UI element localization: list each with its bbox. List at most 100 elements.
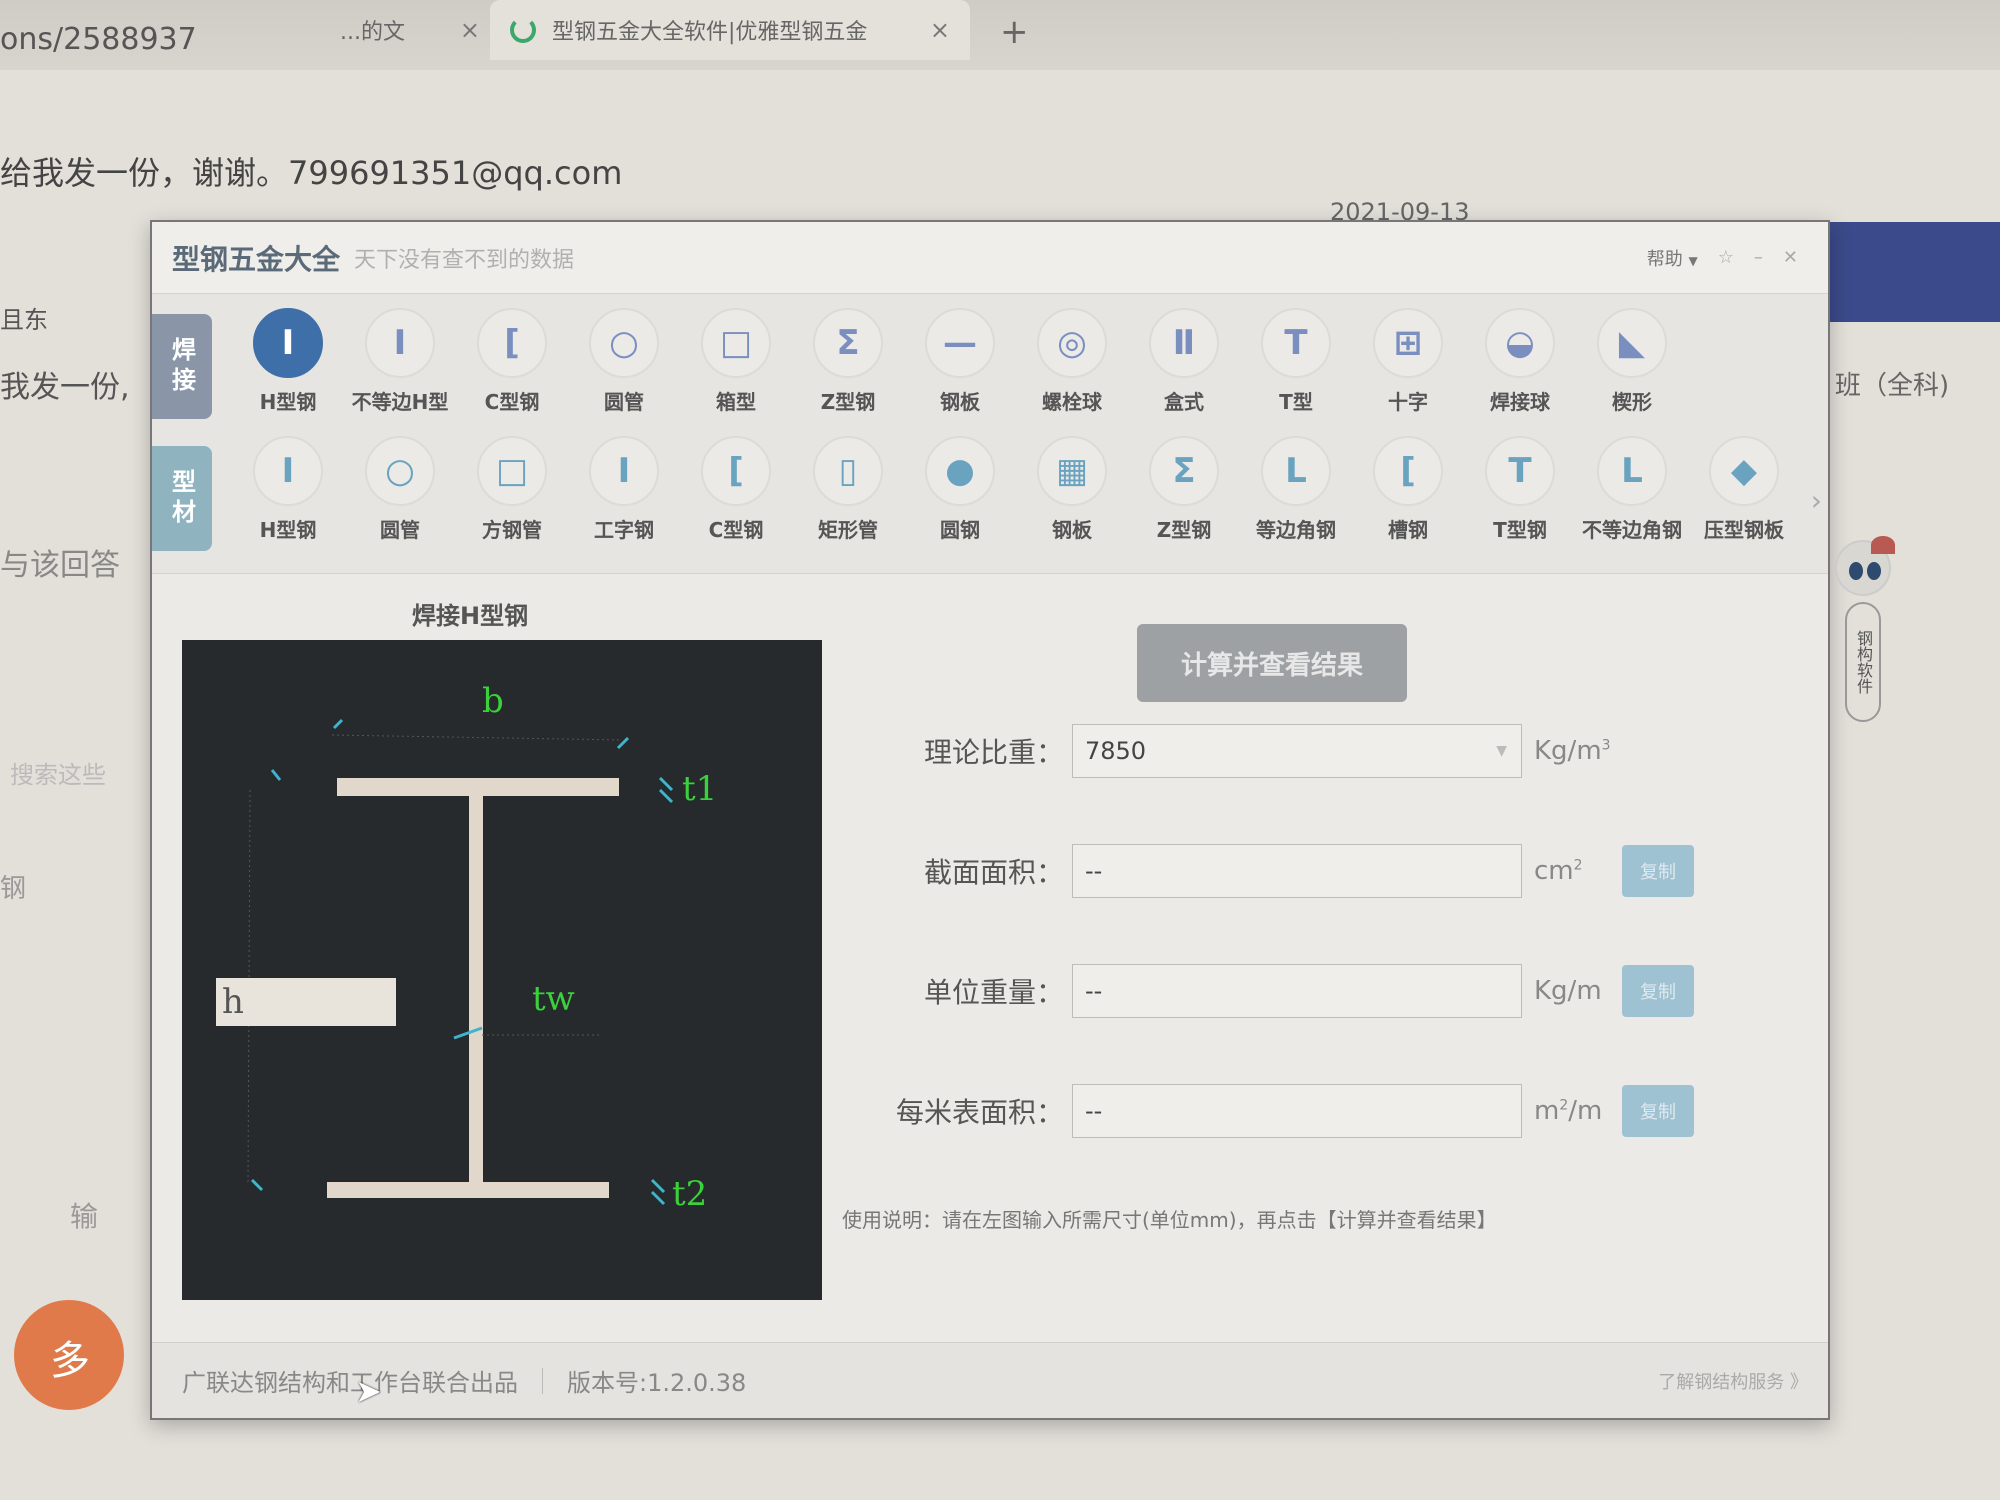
chevron-down-icon: ▼	[1496, 743, 1507, 759]
chevron-right-icon[interactable]: ›	[1811, 484, 1822, 517]
publisher-text: 广联达钢结构和工作台联合出品	[182, 1369, 518, 1397]
shape-button[interactable]: I 不等边H型	[344, 308, 456, 415]
shape-button[interactable]: ● 圆钢	[904, 436, 1016, 543]
round-bar-icon: ●	[925, 436, 995, 506]
copy-area-button[interactable]: 复制	[1622, 845, 1694, 897]
help-label: 帮助	[1646, 248, 1683, 270]
shape-label: T型钢	[1493, 518, 1547, 542]
shape-label: 槽钢	[1388, 518, 1428, 542]
pin-icon[interactable]: ☆	[1718, 247, 1734, 268]
surface-area-field[interactable]: --	[1072, 1084, 1522, 1138]
shape-button[interactable]: ◒ 焊接球	[1464, 308, 1576, 415]
h-beam-icon: I	[253, 308, 323, 378]
shape-label: 等边角钢	[1256, 518, 1336, 542]
channel-icon: [	[1373, 436, 1443, 506]
shape-button[interactable]: □ 方钢管	[456, 436, 568, 543]
round-tube-icon: ○	[589, 308, 659, 378]
divider	[542, 1367, 543, 1394]
shape-button[interactable]: L 不等边角钢	[1576, 436, 1688, 543]
box-section-icon: □	[701, 308, 771, 378]
close-icon[interactable]: ×	[930, 16, 950, 44]
shape-button[interactable]: Ⅱ 盒式	[1128, 308, 1240, 415]
unit-weight-label: 单位重量：	[923, 976, 1064, 1009]
welded-ball-icon: ◒	[1485, 308, 1555, 378]
url-fragment[interactable]: ons/2588937	[0, 22, 197, 57]
dimension-tick	[650, 1178, 666, 1194]
shape-button[interactable]: Ʃ Z型钢	[792, 308, 904, 415]
shape-button[interactable]: [ 槽钢	[1352, 436, 1464, 543]
browser-tab-active[interactable]: 型钢五金大全软件|优雅型钢五金 ×	[490, 0, 970, 60]
status-bar: 广联达钢结构和工作台联合出品 版本号:1.2.0.38 了解钢结构服务 》	[152, 1342, 1828, 1418]
shape-button[interactable]: Ʃ Z型钢	[1128, 436, 1240, 543]
t-section-icon: T	[1261, 308, 1331, 378]
density-value: 7850	[1085, 737, 1147, 765]
shape-label: 圆钢	[940, 518, 980, 542]
unequal-angle-icon: L	[1597, 436, 1667, 506]
new-tab-icon[interactable]: +	[1000, 12, 1029, 52]
bolt-ball-icon: ◎	[1037, 308, 1107, 378]
shape-button[interactable]: I H型钢	[232, 308, 344, 415]
mascot-widget[interactable]: 钢构软件	[1835, 536, 1895, 740]
shape-label: 箱型	[716, 390, 756, 414]
shape-button[interactable]: T T型	[1240, 308, 1352, 415]
top-flange	[337, 778, 619, 796]
surface-area-row: 每米表面积： -- m2/m 复制	[882, 1084, 1694, 1138]
shape-button[interactable]: ▯ 矩形管	[792, 436, 904, 543]
section-area-row: 截面面积： -- cm2 复制	[882, 844, 1694, 898]
category-tab-profile[interactable]: 型材	[152, 446, 212, 551]
unit-weight-field[interactable]: --	[1072, 964, 1522, 1018]
shape-button[interactable]: ▦ 钢板	[1016, 436, 1128, 543]
mascot-eye	[1849, 562, 1863, 580]
badge-text: 多	[50, 1338, 90, 1384]
shape-button[interactable]: ◣ 楔形	[1576, 308, 1688, 415]
label-t2: t2	[672, 1174, 707, 1214]
background-text: 与该回答	[0, 548, 120, 583]
shape-label: 不等边H型	[351, 390, 449, 414]
round-tube-icon: ○	[365, 436, 435, 506]
browser-tab-previous[interactable]: ...的文 ×	[320, 0, 500, 60]
density-select[interactable]: 7850 ▼	[1072, 724, 1522, 778]
shape-button[interactable]: T T型钢	[1464, 436, 1576, 543]
minimize-icon[interactable]: –	[1754, 247, 1763, 268]
mascot-icon	[1835, 536, 1895, 596]
learn-more-link[interactable]: 了解钢结构服务 》	[1658, 1368, 1808, 1394]
unit-tail: /m	[1568, 1096, 1603, 1126]
shape-button[interactable]: I 工字钢	[568, 436, 680, 543]
close-icon[interactable]: ×	[460, 16, 480, 44]
density-unit: Kg/m3	[1522, 736, 1622, 766]
dimension-tick	[270, 769, 282, 781]
shape-button[interactable]: — 钢板	[904, 308, 1016, 415]
dimension-line-b	[331, 734, 623, 741]
shape-button[interactable]: □ 箱型	[680, 308, 792, 415]
unit-weight-unit: Kg/m	[1534, 976, 1602, 1006]
shape-button[interactable]: [C型钢	[680, 436, 792, 543]
close-icon[interactable]: ✕	[1783, 247, 1798, 268]
copy-weight-button[interactable]: 复制	[1622, 965, 1694, 1017]
shape-button[interactable]: ◆ 压型钢板	[1688, 436, 1800, 543]
app-header: 型钢五金大全 天下没有查不到的数据 帮助 ▼ ☆ – ✕	[152, 222, 1828, 294]
shape-button[interactable]: ○ 圆管	[344, 436, 456, 543]
mascot-label: 钢构软件	[1845, 602, 1881, 722]
tab-label: 型钢五金大全软件|优雅型钢五金	[552, 20, 868, 45]
shape-button[interactable]: ⊞ 十字	[1352, 308, 1464, 415]
shape-button[interactable]: L 等边角钢	[1240, 436, 1352, 543]
h-dimension-input[interactable]	[216, 978, 396, 1026]
shape-button[interactable]: ◎ 螺栓球	[1016, 308, 1128, 415]
shape-label: 钢板	[1052, 518, 1092, 542]
section-area-field[interactable]: --	[1072, 844, 1522, 898]
profile-shapes-row: I H型钢 ○ 圆管 □ 方钢管 I 工字钢 [C型钢 ▯ 矩形管 ● 圆钢 ▦ 钢板 Ʃ Z型钢 L 等边角钢 [槽…	[232, 436, 1800, 543]
copy-surface-button[interactable]: 复制	[1622, 1085, 1694, 1137]
category-tab-welded[interactable]: 焊接	[152, 314, 212, 419]
h-beam-diagram: b t1 tw t2	[182, 640, 822, 1300]
shape-label: C型钢	[484, 390, 540, 414]
unit-text: cm	[1534, 856, 1574, 886]
background-text: 班（全科)	[1835, 371, 1950, 401]
calculate-button[interactable]: 计算并查看结果	[1137, 624, 1407, 702]
shape-button[interactable]: [C型钢	[456, 308, 568, 415]
field-value: --	[1085, 857, 1103, 885]
shape-label: Z型钢	[1156, 518, 1212, 542]
shape-label: 不等边角钢	[1582, 518, 1682, 542]
help-menu[interactable]: 帮助 ▼	[1647, 245, 1698, 271]
shape-button[interactable]: I H型钢	[232, 436, 344, 543]
shape-button[interactable]: ○ 圆管	[568, 308, 680, 415]
